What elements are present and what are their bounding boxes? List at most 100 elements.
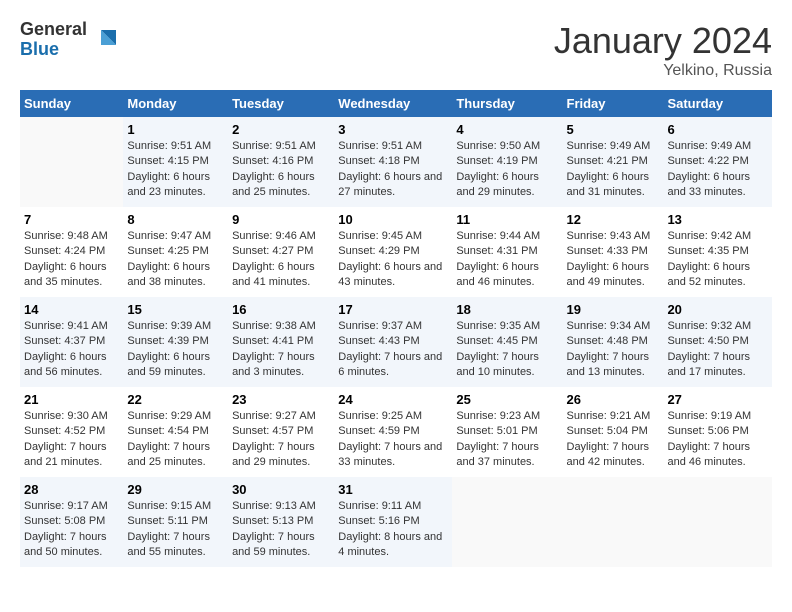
sunrise-text: Sunrise: 9:49 AM bbox=[667, 140, 751, 152]
sunset-text: Sunset: 4:41 PM bbox=[232, 335, 313, 347]
day-number: 20 bbox=[667, 302, 768, 317]
daylight-text: Daylight: 7 hours and 10 minutes. bbox=[456, 351, 539, 378]
sunrise-text: Sunrise: 9:17 AM bbox=[24, 500, 108, 512]
daylight-text: Daylight: 6 hours and 41 minutes. bbox=[232, 261, 315, 288]
sunrise-text: Sunrise: 9:35 AM bbox=[456, 320, 540, 332]
day-number: 16 bbox=[232, 302, 330, 317]
day-number: 9 bbox=[232, 212, 330, 227]
sunset-text: Sunset: 4:21 PM bbox=[567, 155, 648, 167]
day-cell: 1 Sunrise: 9:51 AM Sunset: 4:15 PM Dayli… bbox=[123, 117, 228, 207]
sunset-text: Sunset: 4:43 PM bbox=[338, 335, 419, 347]
calendar-header: Sunday Monday Tuesday Wednesday Thursday… bbox=[20, 90, 772, 117]
daylight-text: Daylight: 6 hours and 49 minutes. bbox=[567, 261, 650, 288]
sunrise-text: Sunrise: 9:47 AM bbox=[127, 230, 211, 242]
logo: General Blue bbox=[20, 20, 121, 60]
day-cell: 26 Sunrise: 9:21 AM Sunset: 5:04 PM Dayl… bbox=[563, 387, 664, 477]
sunrise-text: Sunrise: 9:51 AM bbox=[232, 140, 316, 152]
sunrise-text: Sunrise: 9:51 AM bbox=[127, 140, 211, 152]
logo-blue-text: Blue bbox=[20, 40, 87, 60]
sunrise-text: Sunrise: 9:46 AM bbox=[232, 230, 316, 242]
day-info: Sunrise: 9:39 AM Sunset: 4:39 PM Dayligh… bbox=[127, 319, 224, 381]
daylight-text: Daylight: 6 hours and 31 minutes. bbox=[567, 171, 650, 198]
day-info: Sunrise: 9:46 AM Sunset: 4:27 PM Dayligh… bbox=[232, 229, 330, 291]
sunrise-text: Sunrise: 9:48 AM bbox=[24, 230, 108, 242]
daylight-text: Daylight: 6 hours and 43 minutes. bbox=[338, 261, 442, 288]
day-number: 14 bbox=[24, 302, 119, 317]
week-row-5: 28 Sunrise: 9:17 AM Sunset: 5:08 PM Dayl… bbox=[20, 477, 772, 567]
daylight-text: Daylight: 7 hours and 29 minutes. bbox=[232, 441, 315, 468]
day-cell: 5 Sunrise: 9:49 AM Sunset: 4:21 PM Dayli… bbox=[563, 117, 664, 207]
daylight-text: Daylight: 7 hours and 3 minutes. bbox=[232, 351, 315, 378]
daylight-text: Daylight: 6 hours and 25 minutes. bbox=[232, 171, 315, 198]
sunrise-text: Sunrise: 9:27 AM bbox=[232, 410, 316, 422]
day-cell: 9 Sunrise: 9:46 AM Sunset: 4:27 PM Dayli… bbox=[228, 207, 334, 297]
sunset-text: Sunset: 4:33 PM bbox=[567, 245, 648, 257]
day-cell: 13 Sunrise: 9:42 AM Sunset: 4:35 PM Dayl… bbox=[663, 207, 772, 297]
day-info: Sunrise: 9:41 AM Sunset: 4:37 PM Dayligh… bbox=[24, 319, 119, 381]
day-number: 10 bbox=[338, 212, 448, 227]
sunset-text: Sunset: 5:04 PM bbox=[567, 425, 648, 437]
sunrise-text: Sunrise: 9:51 AM bbox=[338, 140, 422, 152]
daylight-text: Daylight: 6 hours and 29 minutes. bbox=[456, 171, 539, 198]
day-info: Sunrise: 9:37 AM Sunset: 4:43 PM Dayligh… bbox=[338, 319, 448, 381]
day-info: Sunrise: 9:42 AM Sunset: 4:35 PM Dayligh… bbox=[667, 229, 768, 291]
sunset-text: Sunset: 5:11 PM bbox=[127, 515, 208, 527]
day-info: Sunrise: 9:23 AM Sunset: 5:01 PM Dayligh… bbox=[456, 409, 558, 471]
day-info: Sunrise: 9:21 AM Sunset: 5:04 PM Dayligh… bbox=[567, 409, 660, 471]
day-cell: 31 Sunrise: 9:11 AM Sunset: 5:16 PM Dayl… bbox=[334, 477, 452, 567]
daylight-text: Daylight: 6 hours and 59 minutes. bbox=[127, 351, 210, 378]
header-friday: Friday bbox=[563, 90, 664, 117]
daylight-text: Daylight: 6 hours and 56 minutes. bbox=[24, 351, 107, 378]
header-sunday: Sunday bbox=[20, 90, 123, 117]
day-cell: 15 Sunrise: 9:39 AM Sunset: 4:39 PM Dayl… bbox=[123, 297, 228, 387]
day-number: 12 bbox=[567, 212, 660, 227]
sunset-text: Sunset: 4:39 PM bbox=[127, 335, 208, 347]
logo-general-text: General bbox=[20, 20, 87, 40]
day-info: Sunrise: 9:51 AM Sunset: 4:16 PM Dayligh… bbox=[232, 139, 330, 201]
day-info: Sunrise: 9:38 AM Sunset: 4:41 PM Dayligh… bbox=[232, 319, 330, 381]
day-number: 7 bbox=[24, 212, 119, 227]
day-info: Sunrise: 9:29 AM Sunset: 4:54 PM Dayligh… bbox=[127, 409, 224, 471]
header-wednesday: Wednesday bbox=[334, 90, 452, 117]
sunrise-text: Sunrise: 9:13 AM bbox=[232, 500, 316, 512]
sunset-text: Sunset: 5:06 PM bbox=[667, 425, 748, 437]
day-cell: 4 Sunrise: 9:50 AM Sunset: 4:19 PM Dayli… bbox=[452, 117, 562, 207]
header-saturday: Saturday bbox=[663, 90, 772, 117]
day-number: 25 bbox=[456, 392, 558, 407]
daylight-text: Daylight: 6 hours and 46 minutes. bbox=[456, 261, 539, 288]
header-monday: Monday bbox=[123, 90, 228, 117]
day-number: 17 bbox=[338, 302, 448, 317]
day-info: Sunrise: 9:45 AM Sunset: 4:29 PM Dayligh… bbox=[338, 229, 448, 291]
day-cell: 20 Sunrise: 9:32 AM Sunset: 4:50 PM Dayl… bbox=[663, 297, 772, 387]
daylight-text: Daylight: 6 hours and 27 minutes. bbox=[338, 171, 442, 198]
month-title: January 2024 bbox=[554, 20, 772, 62]
day-info: Sunrise: 9:32 AM Sunset: 4:50 PM Dayligh… bbox=[667, 319, 768, 381]
daylight-text: Daylight: 6 hours and 33 minutes. bbox=[667, 171, 750, 198]
sunset-text: Sunset: 4:45 PM bbox=[456, 335, 537, 347]
header-row: Sunday Monday Tuesday Wednesday Thursday… bbox=[20, 90, 772, 117]
sunset-text: Sunset: 4:35 PM bbox=[667, 245, 748, 257]
day-number: 15 bbox=[127, 302, 224, 317]
sunrise-text: Sunrise: 9:37 AM bbox=[338, 320, 422, 332]
daylight-text: Daylight: 6 hours and 52 minutes. bbox=[667, 261, 750, 288]
sunrise-text: Sunrise: 9:44 AM bbox=[456, 230, 540, 242]
calendar-body: 1 Sunrise: 9:51 AM Sunset: 4:15 PM Dayli… bbox=[20, 117, 772, 567]
day-info: Sunrise: 9:34 AM Sunset: 4:48 PM Dayligh… bbox=[567, 319, 660, 381]
sunrise-text: Sunrise: 9:41 AM bbox=[24, 320, 108, 332]
sunrise-text: Sunrise: 9:50 AM bbox=[456, 140, 540, 152]
sunrise-text: Sunrise: 9:39 AM bbox=[127, 320, 211, 332]
daylight-text: Daylight: 7 hours and 13 minutes. bbox=[567, 351, 650, 378]
header-tuesday: Tuesday bbox=[228, 90, 334, 117]
day-info: Sunrise: 9:51 AM Sunset: 4:18 PM Dayligh… bbox=[338, 139, 448, 201]
day-info: Sunrise: 9:47 AM Sunset: 4:25 PM Dayligh… bbox=[127, 229, 224, 291]
sunrise-text: Sunrise: 9:49 AM bbox=[567, 140, 651, 152]
day-cell: 21 Sunrise: 9:30 AM Sunset: 4:52 PM Dayl… bbox=[20, 387, 123, 477]
day-info: Sunrise: 9:27 AM Sunset: 4:57 PM Dayligh… bbox=[232, 409, 330, 471]
day-number: 19 bbox=[567, 302, 660, 317]
day-number: 29 bbox=[127, 482, 224, 497]
week-row-2: 7 Sunrise: 9:48 AM Sunset: 4:24 PM Dayli… bbox=[20, 207, 772, 297]
sunrise-text: Sunrise: 9:25 AM bbox=[338, 410, 422, 422]
sunrise-text: Sunrise: 9:42 AM bbox=[667, 230, 751, 242]
daylight-text: Daylight: 7 hours and 59 minutes. bbox=[232, 531, 315, 558]
day-number: 21 bbox=[24, 392, 119, 407]
